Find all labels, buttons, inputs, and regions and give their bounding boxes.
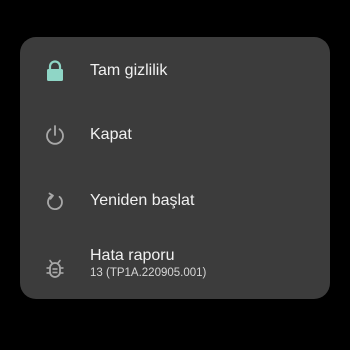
restart-icon [42,189,68,215]
bug-report-label: Hata raporu [90,247,175,264]
power-icon [42,122,68,148]
build-number: 13 (TP1A.220905.001) [90,267,207,279]
bug-report-button[interactable]: Hata raporu 13 (TP1A.220905.001) [20,237,330,297]
bug-icon [42,256,68,282]
restart-button[interactable]: Yeniden başlat [20,171,330,231]
power-off-button[interactable]: Kapat [20,105,330,165]
lock-icon [42,58,68,84]
power-menu: Tam gizlilik Kapat Yeniden başlat Hata r… [20,37,330,299]
restart-label: Yeniden başlat [90,192,195,209]
power-off-label: Kapat [90,126,132,143]
lockdown-label: Tam gizlilik [90,62,168,79]
lockdown-button[interactable]: Tam gizlilik [20,41,330,101]
